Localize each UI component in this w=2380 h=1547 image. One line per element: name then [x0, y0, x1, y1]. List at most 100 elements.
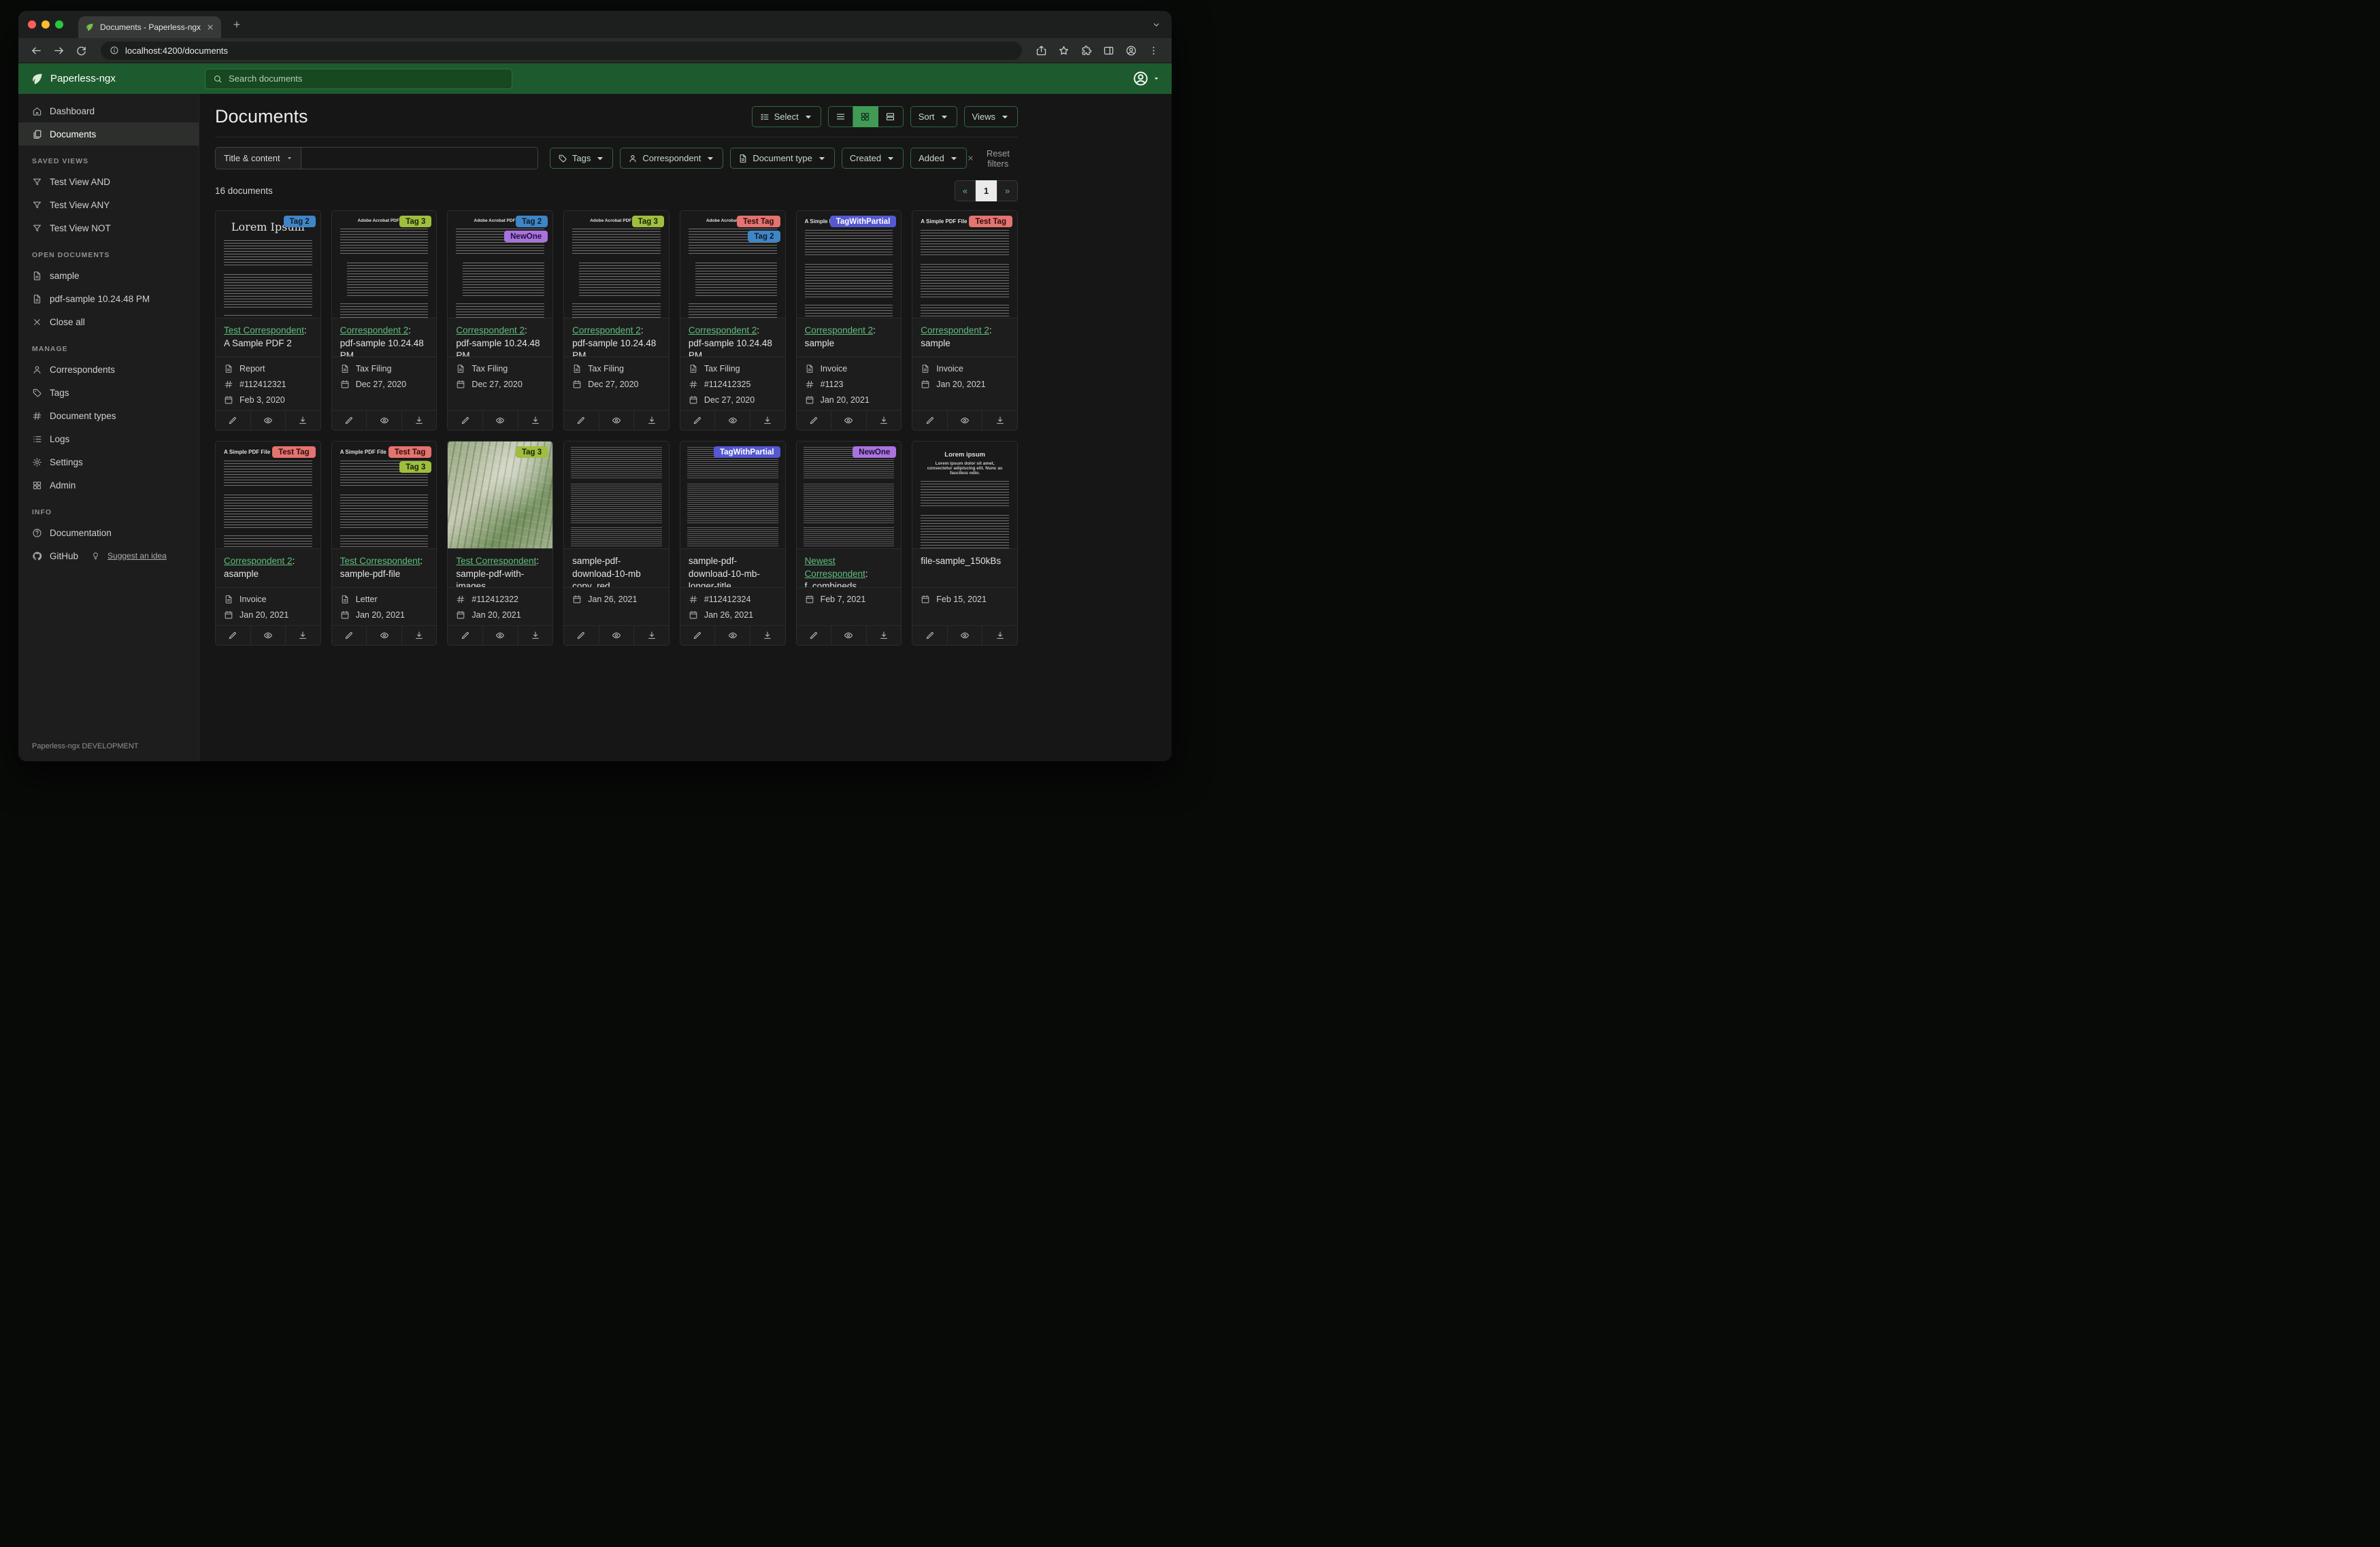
tag-chip[interactable]: Test Tag [736, 216, 780, 227]
sidebar-item-test-view-any[interactable]: Test View ANY [18, 193, 199, 216]
document-thumbnail[interactable]: A Simple PDF File Test Tag [912, 211, 1017, 318]
download-button[interactable] [865, 626, 902, 645]
document-thumbnail[interactable]: A Simple PDF File Test Tag Tag 3 [331, 442, 437, 549]
tag-chip[interactable]: Tag 2 [283, 216, 316, 227]
sidebar-item-test-view-and[interactable]: Test View AND [18, 170, 199, 193]
view-button[interactable] [366, 626, 401, 645]
tag-chip[interactable]: Tag 3 [399, 461, 432, 473]
document-card[interactable]: Adobe Acrobat PDF Files Test Tag Tag 2 Corr… [679, 210, 786, 431]
tag-chip[interactable]: Test Tag [388, 446, 432, 458]
sidebar-item-documentation[interactable]: Documentation [18, 521, 199, 544]
document-card[interactable]: A Simple PDF File TagWithPartial Correspon… [795, 210, 902, 431]
edit-button[interactable] [216, 626, 250, 645]
new-tab-button[interactable] [232, 20, 242, 29]
tab-search-icon[interactable] [1152, 20, 1161, 29]
download-button[interactable] [982, 411, 1017, 430]
document-thumbnail[interactable]: A Simple PDF File Test Tag [216, 442, 320, 549]
download-button[interactable] [401, 626, 437, 645]
view-button[interactable] [714, 411, 750, 430]
document-thumbnail[interactable]: Lorem Ipsum Tag 2 [216, 211, 320, 318]
sort-button[interactable]: Sort [910, 106, 957, 127]
document-thumbnail[interactable]: Adobe Acrobat PDF Files Test Tag Tag 2 [680, 211, 785, 318]
edit-button[interactable] [797, 626, 831, 645]
sidebar-item-tags[interactable]: Tags [18, 381, 199, 404]
site-info-icon[interactable] [110, 46, 119, 55]
edit-button[interactable] [797, 411, 831, 430]
views-button[interactable]: Views [963, 106, 1018, 127]
tab-close-icon[interactable] [206, 23, 214, 31]
sidebar-item-close-all[interactable]: Close all [18, 310, 199, 333]
sidebar-item-logs[interactable]: Logs [18, 427, 199, 450]
edit-button[interactable] [216, 411, 250, 430]
view-small-cards-button[interactable] [853, 106, 878, 127]
download-button[interactable] [285, 411, 320, 430]
user-menu[interactable] [1132, 70, 1159, 87]
document-thumbnail[interactable]: TagWithPartial [680, 442, 785, 549]
view-button[interactable] [366, 411, 401, 430]
side-panel-button[interactable] [1103, 45, 1114, 56]
view-button[interactable] [598, 626, 634, 645]
document-card[interactable]: Adobe Acrobat PDF Files Tag 2 NewOne Corres… [447, 210, 554, 431]
view-button[interactable] [250, 626, 286, 645]
sidebar-item-github[interactable]: GitHub Suggest an idea [18, 544, 199, 567]
download-button[interactable] [517, 626, 553, 645]
tag-chip[interactable]: TagWithPartial [829, 216, 897, 227]
tag-chip[interactable]: NewOne [504, 231, 548, 242]
edit-button[interactable] [564, 626, 599, 645]
document-thumbnail[interactable]: Adobe Acrobat PDF Files Tag 2 NewOne [448, 211, 553, 318]
share-button[interactable] [1036, 45, 1047, 56]
title-content-dropdown[interactable]: Title & content [215, 147, 301, 169]
edit-button[interactable] [332, 411, 367, 430]
app-brand[interactable]: Paperless-ngx [31, 72, 193, 86]
view-button[interactable] [946, 411, 982, 430]
sidebar-item-sample[interactable]: sample [18, 264, 199, 287]
document-card[interactable]: Adobe Acrobat PDF Files Tag 3 Corresponden… [563, 210, 670, 431]
next-page-button[interactable]: » [997, 180, 1018, 201]
extensions-puzzle-button[interactable] [1080, 45, 1092, 56]
document-card[interactable]: Adobe Acrobat PDF Files Tag 3 Corresponden… [331, 210, 437, 431]
edit-button[interactable] [564, 411, 599, 430]
tag-chip[interactable]: Tag 3 [515, 446, 548, 458]
tag-chip[interactable]: Test Tag [272, 446, 316, 458]
correspondent-link[interactable]: Correspondent 2 [224, 556, 293, 566]
search-input[interactable] [229, 73, 504, 84]
forward-button[interactable] [53, 45, 65, 56]
document-card[interactable]: Lorem Ipsum Tag 2 Test Correspondent: A Sa… [215, 210, 321, 431]
select-button[interactable]: Select [751, 106, 821, 127]
filter-tags-button[interactable]: Tags [549, 148, 614, 169]
sidebar-item-admin[interactable]: Admin [18, 473, 199, 497]
download-button[interactable] [865, 411, 902, 430]
correspondent-link[interactable]: Test Correspondent [340, 556, 420, 566]
close-window-button[interactable] [28, 20, 36, 29]
document-card[interactable]: Lorem ipsum Lorem ipsum dolor sit amet, c… [912, 441, 1018, 646]
sidebar-item-correspondents[interactable]: Correspondents [18, 358, 199, 381]
tag-chip[interactable]: Tag 2 [748, 231, 780, 242]
correspondent-link[interactable]: Correspondent 2 [921, 325, 989, 335]
filter-added-button[interactable]: Added [910, 148, 967, 169]
download-button[interactable] [401, 411, 437, 430]
tag-chip[interactable]: Tag 3 [399, 216, 432, 227]
view-large-cards-button[interactable] [878, 106, 904, 127]
filter-created-button[interactable]: Created [841, 148, 904, 169]
previous-page-button[interactable]: « [955, 180, 976, 201]
document-card[interactable]: A Simple PDF File Test Tag Tag 3 Test Corre… [331, 441, 437, 646]
suggest-idea-link[interactable]: Suggest an idea [108, 551, 167, 561]
download-button[interactable] [982, 626, 1017, 645]
document-thumbnail[interactable]: Adobe Acrobat PDF Files Tag 3 [331, 211, 437, 318]
filter-text-input[interactable] [301, 147, 538, 169]
document-card[interactable]: Tag 3 Test Correspondent: sample-pdf-with… [447, 441, 554, 646]
edit-button[interactable] [448, 411, 482, 430]
reset-filters-button[interactable]: Reset filters [967, 148, 1018, 169]
document-card[interactable]: sample-pdf-download-10-mb copy_red Jan 26… [563, 441, 670, 646]
edit-button[interactable] [912, 626, 947, 645]
edit-button[interactable] [332, 626, 367, 645]
document-thumbnail[interactable]: NewOne [796, 442, 902, 549]
view-button[interactable] [250, 411, 286, 430]
browser-menu-button[interactable] [1148, 45, 1159, 56]
correspondent-link[interactable]: Test Correspondent [224, 325, 304, 335]
correspondent-link[interactable]: Test Correspondent [456, 556, 536, 566]
tag-chip[interactable]: Tag 3 [631, 216, 664, 227]
reload-button[interactable] [76, 45, 87, 56]
view-button[interactable] [482, 626, 518, 645]
view-button[interactable] [946, 626, 982, 645]
